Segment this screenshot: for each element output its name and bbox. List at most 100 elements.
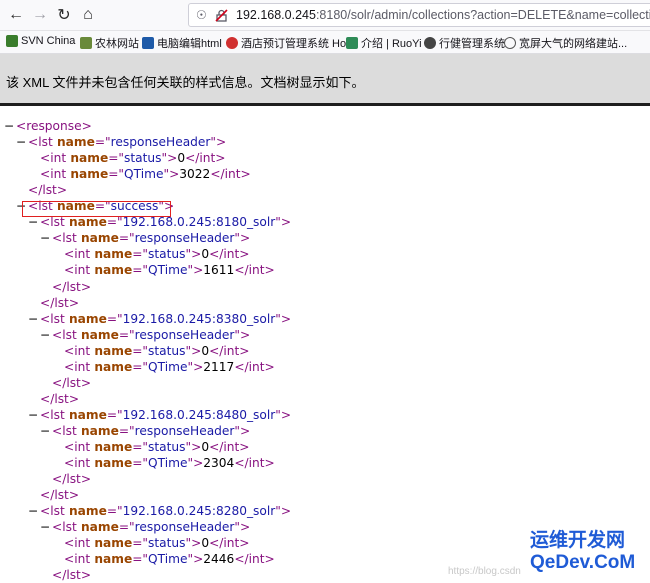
collapse-toggle[interactable]: − — [4, 118, 16, 134]
xml-attr-value: responseHeader — [134, 520, 235, 535]
xml-attr-value: QTime — [124, 167, 164, 182]
bookmark-kuanping[interactable]: 宽屏大气的网络建站... — [504, 35, 627, 51]
xml-close-tag: </lst> — [40, 295, 80, 310]
reload-icon: ↻ — [57, 7, 71, 24]
xml-text-value: 0 — [177, 151, 186, 166]
xml-attr-name: name — [90, 456, 133, 471]
xml-tag-end: > — [193, 263, 204, 278]
xml-tag-end: > — [240, 520, 251, 535]
xml-attr-value: QTime — [148, 359, 188, 374]
collapse-toggle[interactable]: − — [16, 134, 28, 150]
xml-line: <int name="QTime">2446</int> — [64, 551, 275, 567]
url-path: :8180/solr/admin/collections?action=DELE… — [315, 8, 650, 22]
xml-line: </lst> — [40, 487, 79, 503]
insecure-lock-icon[interactable] — [215, 9, 228, 22]
xml-line[interactable]: − <lst name="responseHeader"> — [40, 423, 250, 439]
xml-tag-open: <response — [16, 119, 82, 133]
collapse-toggle[interactable]: − — [28, 503, 40, 519]
bookmark-ruoyi[interactable]: 介绍 | RuoYi — [346, 35, 422, 51]
xml-close-tag: </int> — [210, 167, 251, 182]
xml-attr-value: responseHeader — [134, 423, 235, 438]
xml-text-value: 0 — [201, 343, 210, 358]
xml-attr-name: name — [90, 552, 133, 567]
xml-equals: =" — [106, 311, 123, 326]
xml-attr-value: 192.168.0.245:8180_solr — [122, 215, 276, 230]
xml-attr-value: 192.168.0.245:8280_solr — [122, 504, 276, 519]
xml-line: <int name="QTime">2304</int> — [64, 455, 275, 471]
watermark-line2: QeDev.CoM — [530, 552, 636, 573]
xml-equals: =" — [132, 247, 149, 262]
bookmark-svn-china[interactable]: SVN China — [6, 35, 75, 47]
xml-attr-name: name — [90, 343, 133, 358]
reload-button[interactable]: ↻ — [52, 3, 76, 27]
xml-attr-name: name — [64, 407, 107, 422]
bookmark-xingjian[interactable]: 行健管理系统 — [424, 35, 505, 51]
xml-tag-open: <lst — [40, 504, 65, 519]
url-text[interactable]: 192.168.0.245:8180/solr/admin/collection… — [236, 8, 650, 22]
xml-tag-end: > — [280, 215, 292, 230]
xml-line[interactable]: − <lst name="192.168.0.245:8280_solr"> — [28, 503, 291, 519]
forward-button[interactable]: → — [28, 3, 52, 27]
xml-line[interactable]: − <lst name="192.168.0.245:8380_solr"> — [28, 311, 291, 327]
xml-tag-open: <lst — [52, 423, 77, 438]
xml-tag-end: > — [191, 343, 202, 358]
xml-tag-open: <int — [64, 456, 91, 471]
back-button[interactable]: ← — [4, 3, 28, 27]
xml-tag-end: > — [193, 359, 204, 374]
xml-line[interactable]: − <lst name="responseHeader"> — [40, 327, 250, 343]
xml-close-tag: </int> — [209, 247, 250, 262]
bookmark-icon — [226, 37, 238, 49]
xml-line: </lst> — [52, 375, 91, 391]
bookmark-icon — [346, 37, 358, 49]
xml-equals: =" — [108, 167, 125, 182]
xml-tag-open: <lst — [40, 407, 65, 422]
bookmark-label: 农林网站 — [95, 38, 139, 50]
xml-attr-value: 192.168.0.245:8480_solr — [122, 407, 276, 422]
bookmark-label: 宽屏大气的网络建站... — [519, 38, 628, 50]
xml-attr-name: name — [64, 215, 107, 230]
collapse-toggle[interactable]: − — [40, 423, 52, 439]
collapse-toggle[interactable]: − — [28, 311, 40, 327]
url-host: 192.168.0.245 — [236, 8, 316, 22]
collapse-toggle[interactable]: − — [40, 327, 52, 343]
xml-attr-name: name — [64, 504, 107, 519]
xml-equals: =" — [118, 423, 135, 438]
collapse-toggle[interactable]: − — [40, 230, 52, 246]
xml-tag-open: <int — [64, 552, 91, 567]
xml-line[interactable]: − <lst name="responseHeader"> — [40, 519, 250, 535]
shield-icon[interactable]: ☉ — [196, 8, 207, 22]
xml-tag-open: <int — [64, 247, 91, 262]
xml-tag-end: > — [193, 552, 204, 567]
xml-attr-name: name — [76, 423, 119, 438]
xml-attr-name: name — [66, 167, 109, 182]
xml-close-tag: </int> — [234, 552, 275, 567]
xml-close-tag: </lst> — [52, 568, 92, 583]
address-bar[interactable]: ☉ 192.168.0.245:8180/solr/admin/collecti… — [188, 3, 650, 27]
xml-text-value: 0 — [201, 440, 210, 454]
watermark: 运维开发网 QeDev.CoM — [530, 530, 635, 574]
bookmark-html-editor[interactable]: 电脑编辑html — [142, 35, 222, 51]
xml-text-value: 3022 — [179, 167, 211, 182]
home-icon: ⌂ — [83, 6, 93, 23]
collapse-toggle[interactable]: − — [40, 519, 52, 535]
browser-toolbar: ← → ↻ ⌂ ☉ 192.168.0.245:8180/solr/admin/… — [0, 0, 650, 31]
xml-tag-open: <lst — [40, 215, 65, 230]
xml-line[interactable]: − <lst name="responseHeader"> — [16, 134, 226, 150]
xml-attr-name: name — [90, 263, 133, 278]
home-button[interactable]: ⌂ — [76, 3, 100, 27]
xml-attr-value: responseHeader — [134, 327, 235, 342]
xml-attr-name: name — [90, 440, 133, 454]
xml-line[interactable]: − <response> — [4, 118, 92, 134]
xml-attr-value: responseHeader — [110, 135, 211, 150]
xml-line: </lst> — [52, 279, 91, 295]
bookmark-nonglin[interactable]: 农林网站 — [80, 35, 139, 51]
xml-line[interactable]: − <lst name="192.168.0.245:8480_solr"> — [28, 407, 291, 423]
xml-line[interactable]: − <lst name="responseHeader"> — [40, 230, 250, 246]
xml-tag-open: <lst — [52, 231, 77, 246]
collapse-toggle[interactable]: − — [28, 407, 40, 423]
bookmarks-toolbar: SVN China 农林网站 电脑编辑html 酒店预订管理系统 Ho... 介… — [0, 31, 650, 54]
bookmark-hotel-system[interactable]: 酒店预订管理系统 Ho... — [226, 35, 355, 51]
xml-tag-open: <lst — [52, 520, 77, 535]
xml-close-tag: </int> — [209, 343, 250, 358]
xml-text-value: 1611 — [203, 263, 235, 278]
